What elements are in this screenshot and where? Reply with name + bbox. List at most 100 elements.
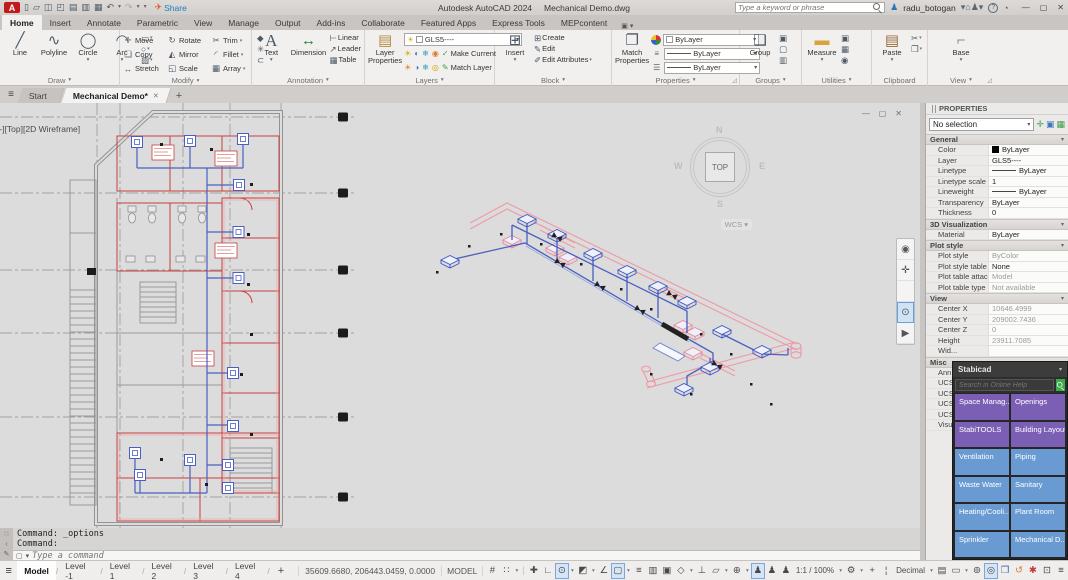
text-button[interactable]: A Text ▾ (255, 32, 287, 63)
base-view-button[interactable]: ⌐ Base ▾ (944, 32, 978, 63)
group-button[interactable]: ❏ Group (743, 32, 777, 57)
groups-panel-label[interactable]: Groups▾ (740, 74, 801, 86)
redo-caret-icon[interactable]: ▾ (137, 2, 140, 13)
help-icon[interactable]: ? (988, 3, 998, 13)
snap-caret-icon[interactable]: ▾ (513, 563, 520, 579)
draw-panel-label[interactable]: Draw▾ (0, 74, 119, 86)
steering-wheel-icon[interactable]: ◉ (897, 239, 914, 260)
level-3[interactable]: Level 3 (186, 561, 225, 580)
annotate[interactable]: Annotate (79, 15, 129, 30)
property-row[interactable]: Center Y209002.7436 (926, 315, 1068, 326)
lineweight-icon[interactable]: ≡ (632, 563, 646, 579)
manage[interactable]: Manage (220, 15, 267, 30)
create-block-icon[interactable]: ⊞Create (534, 33, 592, 43)
orbit-icon[interactable]: ⊙ (897, 302, 914, 323)
paste-button[interactable]: ▤ Paste ▾ (875, 32, 909, 63)
units-value[interactable]: Decimal (893, 563, 928, 579)
grid-icon[interactable]: # (485, 563, 499, 579)
layer-on-icon[interactable]: ☀ (404, 63, 411, 72)
ungroup-icon[interactable]: ▣ (779, 33, 787, 43)
property-row[interactable]: Height23911.7085 (926, 336, 1068, 347)
match-layer-icon[interactable]: ✎ (442, 63, 449, 72)
viewcube[interactable]: N S W E TOP (680, 127, 760, 207)
mechanical-demo-[interactable]: Mechanical Demo* ✕ (62, 88, 172, 103)
community-icon[interactable]: ♟ (971, 2, 979, 12)
units-caret-icon[interactable]: ▾ (928, 563, 935, 579)
match-properties-button[interactable]: ❐ Match Properties (615, 32, 649, 65)
user-name[interactable]: radu_botogan (903, 3, 955, 13)
piping[interactable]: Piping (1011, 449, 1065, 475)
line[interactable]: ╱ Line (3, 32, 37, 63)
share-button[interactable]: ✈ Share (155, 2, 187, 13)
section-header-plot-style[interactable]: Plot style▾ (926, 240, 1068, 251)
layer-off-icon[interactable]: ☀ (404, 49, 411, 58)
dynamic-ucs-icon[interactable]: ⊥ (695, 563, 709, 579)
chevron-down-icon[interactable]: ▾ (26, 552, 30, 560)
showmotion-icon[interactable]: ▶ (897, 323, 914, 344)
view[interactable]: View (186, 15, 220, 30)
layer-freeze-icon[interactable]: ❄ (422, 49, 429, 58)
level-2[interactable]: Level 2 (144, 561, 183, 580)
command-history[interactable]: Command: _options Command: (13, 528, 920, 550)
isodraft-icon[interactable]: ◩ (576, 563, 590, 579)
properties-panel-label[interactable]: Properties▾◿ (612, 74, 739, 86)
waste-water[interactable]: Waste Water (955, 477, 1009, 503)
stretch[interactable]: ↔ Stretch (123, 62, 167, 75)
property-row[interactable]: Plot table typeNot available (926, 283, 1068, 294)
viewport-minimize-icon[interactable]: — (862, 109, 870, 118)
ribbon-display-toggle[interactable]: ▣ ▾ (621, 22, 633, 30)
user-avatar-icon[interactable]: ♟ (890, 2, 898, 13)
lasso-icon[interactable]: ↺ (1012, 563, 1026, 579)
edit-attributes-icon[interactable]: ✐Edit Attributes▾ (534, 55, 592, 65)
express-tools[interactable]: Express Tools (484, 15, 553, 30)
viewport-label[interactable]: [-][Top][2D Wireframe] (0, 124, 80, 134)
quick-select-icon[interactable]: ▣ (841, 33, 849, 43)
property-row[interactable]: TransparencyByLayer (926, 198, 1068, 209)
home[interactable]: Home (2, 15, 42, 30)
section-header-3d-visualization[interactable]: 3D Visualization▾ (926, 219, 1068, 230)
rotate[interactable]: ↻ Rotate (167, 34, 211, 47)
circle[interactable]: ◯ Circle ▾ (71, 32, 105, 63)
selection-filter-icon[interactable]: ▱ (709, 563, 723, 579)
stabicad-header[interactable]: Stabicad▾ (953, 362, 1067, 377)
model[interactable]: Model (17, 561, 56, 580)
redo-icon[interactable]: ↷ (125, 2, 133, 13)
stabicad-search-button[interactable] (1056, 379, 1065, 391)
gizmo-caret-icon[interactable]: ▾ (744, 563, 751, 579)
workspace-icon[interactable]: ⚙ (844, 563, 858, 579)
new-tab-button[interactable]: + (171, 88, 187, 103)
layer-properties-button[interactable]: ▤ Layer Properties (368, 32, 402, 65)
pan-icon[interactable]: ✛ (897, 260, 914, 281)
palette-title[interactable]: PROPERTIES (926, 103, 1068, 115)
new-file-icon[interactable]: ▯ (24, 2, 29, 13)
3d-osnap-caret-icon[interactable]: ▾ (688, 563, 695, 579)
selection-dropdown[interactable]: No selection▾ (929, 118, 1034, 131)
filter-caret-icon[interactable]: ▾ (723, 563, 730, 579)
monitor-icon[interactable]: ▭ (949, 563, 963, 579)
viewcube-top-face[interactable]: TOP (705, 152, 735, 182)
annotation-scale-value[interactable]: 1:1 / 100% (793, 563, 837, 579)
stabicad-search-input[interactable] (955, 379, 1054, 391)
zoom-icon[interactable] (897, 281, 914, 302)
select-objects-icon[interactable]: ▣ (1046, 119, 1055, 130)
property-row[interactable]: Plot styleByColor (926, 251, 1068, 262)
viewport-close-icon[interactable]: ✕ (895, 109, 902, 118)
layer-unisolate-icon[interactable]: ◑ (414, 63, 419, 72)
make-current-button[interactable]: Make Current (451, 49, 496, 58)
autoscale-icon[interactable]: ♟ (765, 563, 779, 579)
community-caret-icon[interactable]: ▾ (979, 2, 984, 12)
quick-select-palette-icon[interactable]: ▦ (1056, 119, 1065, 130)
building-layout[interactable]: Building Layout (1011, 422, 1065, 448)
scale-caret-icon[interactable]: ▾ (837, 563, 844, 579)
section-header-general[interactable]: General▾ (926, 134, 1068, 145)
cmd-customize-icon[interactable]: ✎ (4, 550, 10, 558)
toggle-pickadd-icon[interactable]: ✛ (1036, 119, 1044, 130)
annotation-scale-icon[interactable]: ♟ (779, 563, 793, 579)
3d-osnap-icon[interactable]: ◇ (674, 563, 688, 579)
mirror[interactable]: ◭ Mirror (167, 48, 211, 61)
layer-isolate-icon[interactable]: ◐ (414, 49, 419, 58)
property-row[interactable]: ColorByLayer (926, 145, 1068, 156)
viewcube-east[interactable]: E (759, 161, 765, 171)
mepcontent[interactable]: MEPcontent (553, 15, 615, 30)
linear-icon[interactable]: ⊢Linear (330, 33, 361, 43)
